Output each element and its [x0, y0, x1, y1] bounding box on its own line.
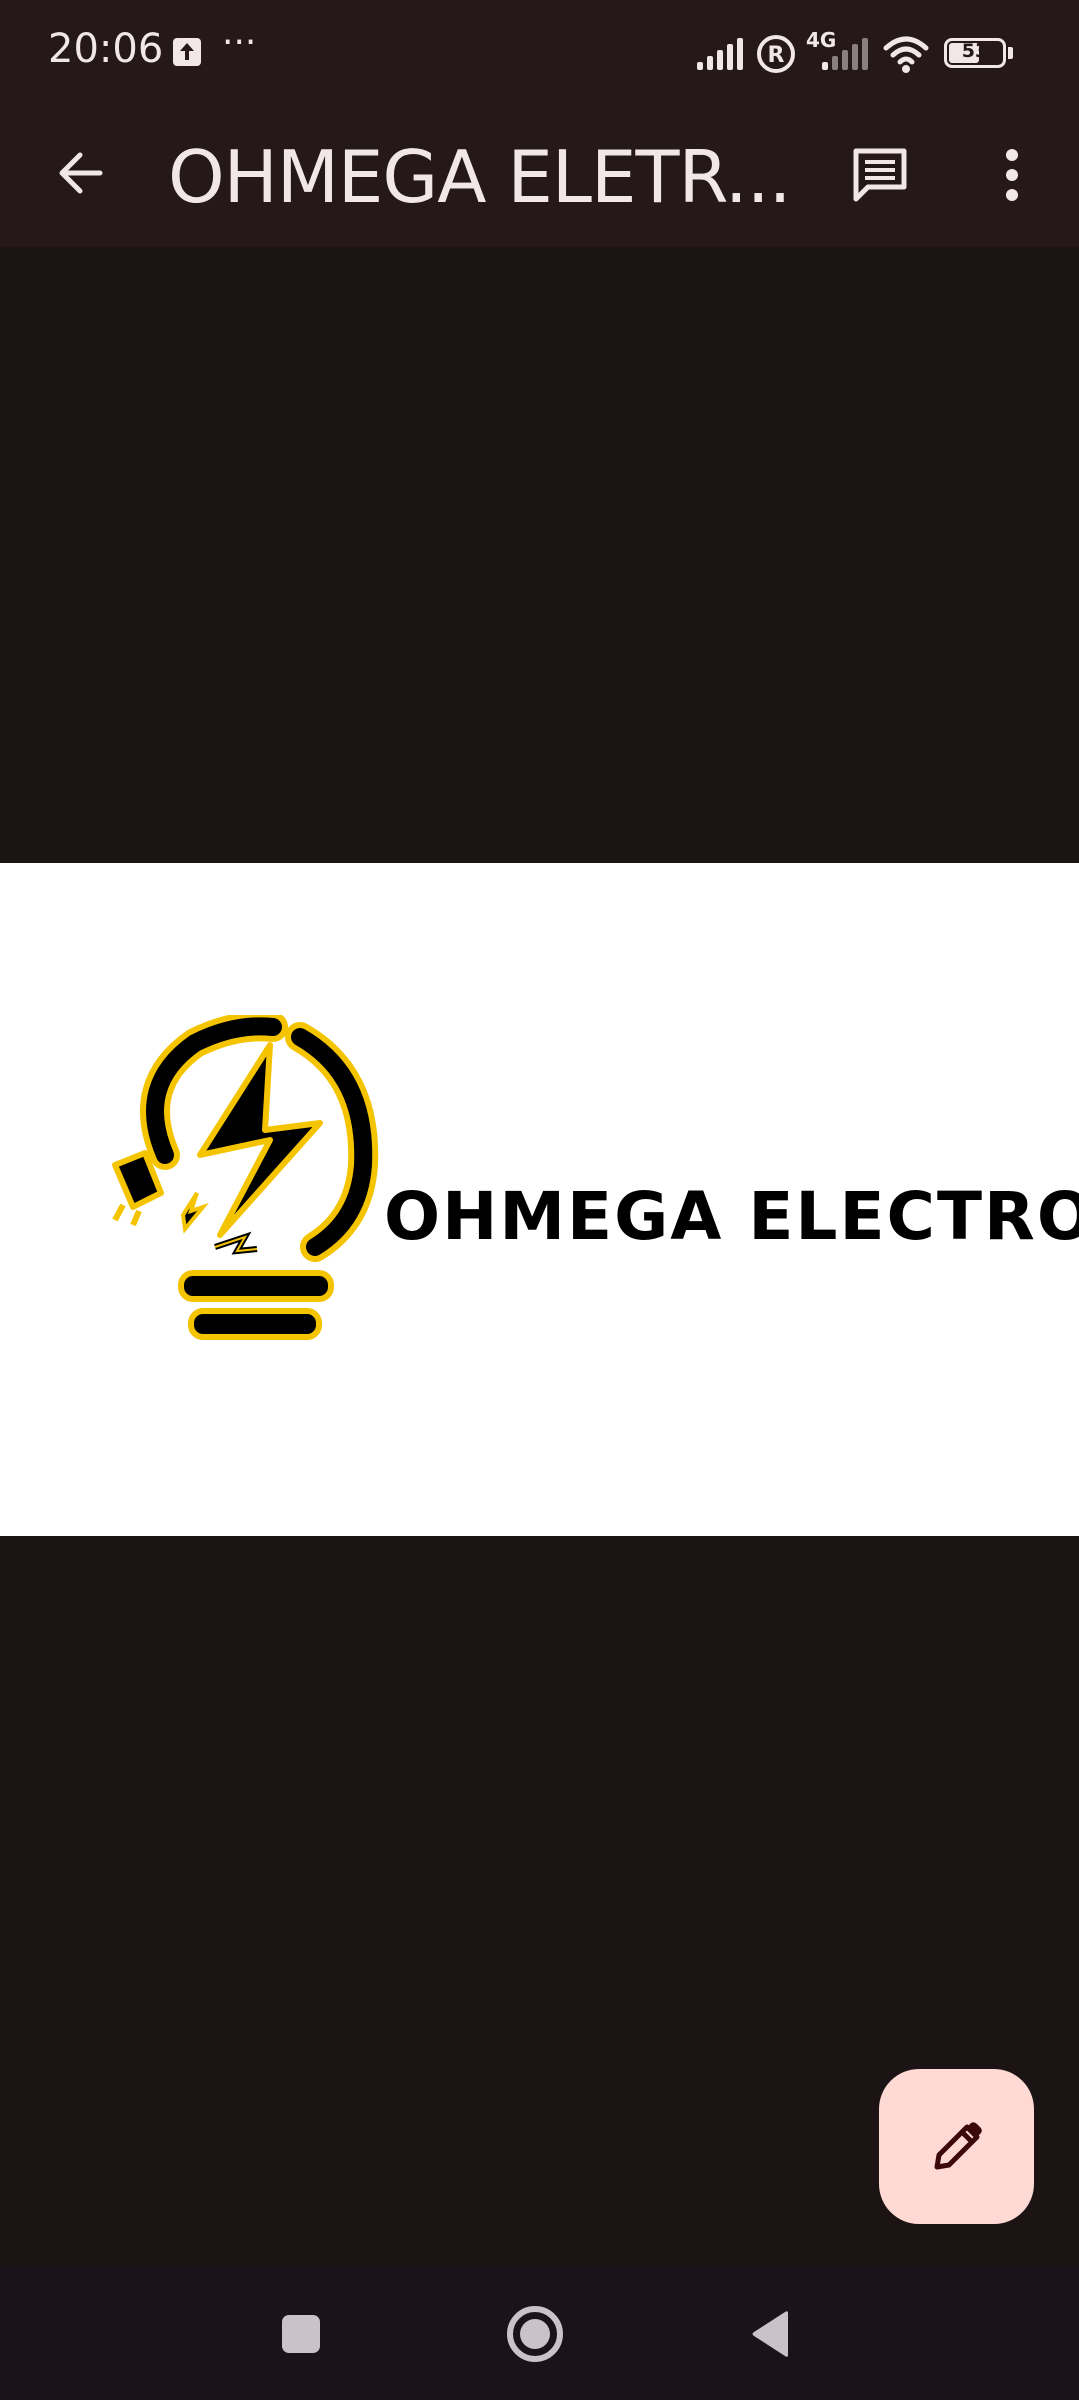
- nav-back-button[interactable]: [726, 2289, 816, 2379]
- recents-button[interactable]: [256, 2289, 346, 2379]
- status-bar: 20:06 ··· R 4G 53: [0, 0, 1079, 105]
- comments-button[interactable]: [838, 133, 922, 217]
- home-circle-icon: [507, 2306, 563, 2362]
- wifi-icon: [883, 36, 929, 73]
- signal-icon: [697, 38, 743, 70]
- more-options-button[interactable]: [970, 133, 1054, 217]
- more-dots-icon: ···: [222, 22, 257, 63]
- logo-wordmark: OHMEGA ELECTRO: [384, 1178, 1079, 1255]
- battery-tip: [1008, 47, 1013, 59]
- back-button[interactable]: [40, 133, 120, 213]
- more-vert-icon: [1006, 149, 1018, 201]
- status-time: 20:06: [48, 26, 164, 72]
- roaming-icon: R: [757, 35, 795, 73]
- comments-icon: [853, 148, 907, 202]
- signal-4g-icon: [822, 38, 868, 70]
- battery-level: 53: [961, 40, 989, 62]
- lightbulb-logo-icon: [112, 1015, 379, 1340]
- system-nav-bar: [0, 2267, 1079, 2400]
- logo-image: OHMEGA ELECTRO: [0, 863, 1079, 1536]
- page-title: OHMEGA ELETR...: [168, 135, 788, 219]
- svg-text:R: R: [768, 43, 785, 68]
- arrow-back-icon: [59, 152, 103, 194]
- battery-icon: 53: [944, 38, 1006, 68]
- upload-icon: [173, 38, 201, 66]
- home-button[interactable]: [490, 2289, 580, 2379]
- app-bar: OHMEGA ELETR...: [0, 105, 1079, 247]
- back-triangle-icon: [752, 2311, 788, 2357]
- pencil-icon: [934, 2121, 982, 2169]
- recents-square-icon: [282, 2315, 320, 2353]
- edit-fab[interactable]: [879, 2069, 1034, 2224]
